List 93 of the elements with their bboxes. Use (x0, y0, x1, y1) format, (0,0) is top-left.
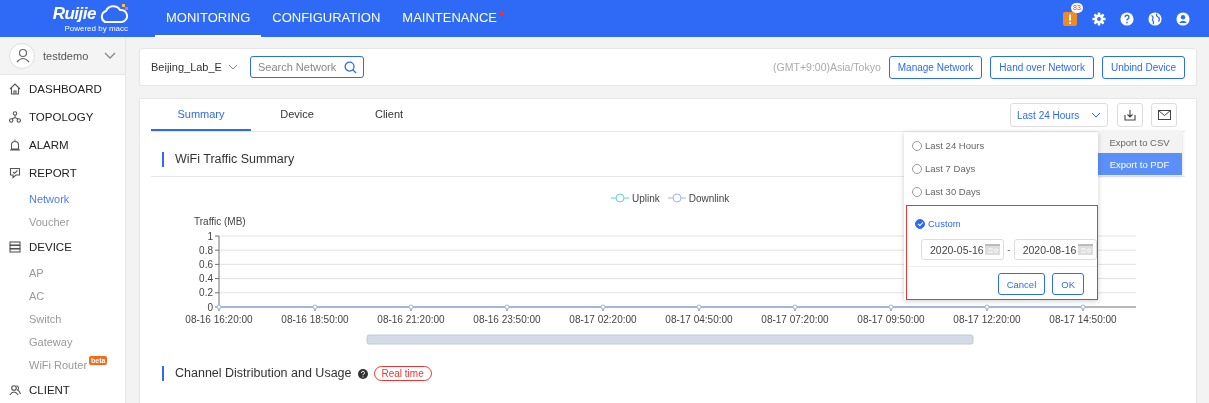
nav-tab[interactable]: MAINTENANCE (391, 0, 508, 37)
download-icon (1124, 109, 1136, 121)
y-tick-label: 0.8 (199, 244, 213, 256)
zoom-slider[interactable] (366, 334, 974, 345)
email-button[interactable] (1151, 103, 1177, 127)
chevron-down-icon (227, 64, 238, 70)
sidebar-item[interactable]: TOPOLOGY (0, 103, 125, 131)
calendar-icon (1078, 244, 1093, 255)
tab[interactable]: Client (343, 99, 435, 131)
range-dropdown[interactable]: Last 24 Hours (1010, 103, 1108, 127)
x-tick-label: 08-17 12:20:00 (953, 314, 1021, 325)
legend-item[interactable]: Uplink (611, 191, 660, 205)
users-icon (9, 384, 21, 396)
sidebar-subitem[interactable]: AP (0, 261, 125, 284)
data-point (216, 304, 222, 310)
logo-wordmark: Ruijie (52, 4, 96, 24)
search-icon (343, 61, 357, 74)
y-tick-label: 0.6 (199, 258, 213, 270)
mail-icon (1157, 110, 1171, 120)
home-icon (9, 83, 21, 95)
sidebar-subitem[interactable]: Network (0, 187, 125, 210)
date-field[interactable]: 2020-08-16 (1013, 239, 1097, 260)
toolbar-button[interactable]: Manage Network (888, 55, 983, 79)
data-point (984, 304, 990, 310)
search-field[interactable]: Search Network (249, 56, 364, 78)
x-tick-label: 08-17 07:20:00 (761, 314, 829, 325)
server-icon (9, 241, 21, 253)
radio-option[interactable]: Last 30 Days (904, 180, 1098, 203)
toolbar-button[interactable]: Hand over Network (990, 55, 1094, 79)
cloud-icon (98, 4, 128, 24)
x-tick-label: 08-16 21:20:00 (377, 314, 445, 325)
help-icon[interactable] (357, 368, 368, 379)
chevron-down-icon (1091, 112, 1101, 118)
sidebar-item[interactable]: ALARM (0, 131, 125, 159)
x-tick-label: 08-17 02:20:00 (569, 314, 637, 325)
y-tick-label: 0 (207, 301, 213, 313)
user-row[interactable]: testdemo (0, 37, 125, 75)
y-axis-label: Traffic (MB) (194, 216, 246, 227)
globe-icon[interactable] (1148, 11, 1162, 26)
x-tick-label: 08-17 04:50:00 (665, 314, 733, 325)
sidebar-item[interactable]: CLIENT (0, 376, 125, 403)
timezone-text: (GMT+9:00)Asia/Tokyo (773, 61, 881, 73)
topology-icon (9, 111, 21, 123)
popover-button[interactable]: OK (1052, 273, 1084, 295)
tab[interactable]: Device (251, 99, 343, 131)
data-point (504, 304, 510, 310)
settings-icon[interactable] (1092, 11, 1106, 26)
network-dropdown[interactable]: Beijing_Lab_E (151, 61, 238, 73)
popover-button[interactable]: Cancel (997, 273, 1046, 295)
x-tick-label: 08-17 09:50:00 (857, 314, 925, 325)
data-point (696, 304, 702, 310)
y-tick-label: 0.4 (199, 273, 213, 285)
data-point (408, 304, 414, 310)
sidebar-item[interactable]: REPORT (0, 159, 125, 187)
calendar-icon (985, 244, 1001, 255)
y-tick-label: 1 (207, 230, 213, 242)
data-point (600, 304, 606, 310)
logo-tagline: Powered by macc (64, 24, 128, 33)
data-point (312, 304, 318, 310)
nav-tab[interactable]: CONFIGURATION (261, 0, 392, 37)
date-field[interactable]: 2020-05-16 (921, 239, 1005, 260)
menu-item[interactable]: Export to PDF (1097, 153, 1182, 175)
avatar-icon (9, 42, 35, 69)
chevron-down-icon[interactable] (104, 51, 116, 60)
range-separator: - (1007, 244, 1011, 255)
legend-item[interactable]: Downlink (667, 191, 730, 205)
sidebar-subitem[interactable]: Voucher (0, 210, 125, 233)
data-point (888, 304, 894, 310)
sidebar-subitem[interactable]: Switch (0, 307, 125, 330)
radio-option[interactable]: Custom (907, 212, 1097, 235)
sidebar-item[interactable]: DASHBOARD (0, 75, 125, 103)
x-tick-label: 08-16 16:20:00 (185, 314, 253, 325)
tab[interactable]: Summary (151, 99, 251, 131)
data-point (792, 304, 798, 310)
section-title: Channel Distribution and Usage (162, 366, 352, 381)
download-button[interactable] (1117, 103, 1143, 127)
legend-label: Downlink (688, 192, 730, 204)
x-tick-label: 08-17 14:50:00 (1049, 314, 1117, 325)
x-tick-label: 08-16 18:50:00 (281, 314, 349, 325)
report-icon (9, 167, 21, 179)
sidebar-subitem[interactable]: AC (0, 284, 125, 307)
user-icon[interactable] (1176, 11, 1190, 26)
alarm-icon (9, 139, 21, 151)
username: testdemo (43, 49, 89, 62)
menu-item[interactable]: Export to CSV (1097, 131, 1182, 153)
data-point (1080, 304, 1086, 310)
x-tick-label: 08-16 23:50:00 (473, 314, 541, 325)
sidebar-subitem[interactable]: Gateway (0, 330, 125, 353)
legend-label: Uplink (632, 192, 660, 204)
sidebar-item[interactable]: DEVICE (0, 233, 125, 261)
alert-icon[interactable] (1062, 10, 1078, 27)
toolbar-button[interactable]: Unbind Device (1101, 55, 1185, 79)
y-tick-label: 0.2 (199, 287, 213, 299)
